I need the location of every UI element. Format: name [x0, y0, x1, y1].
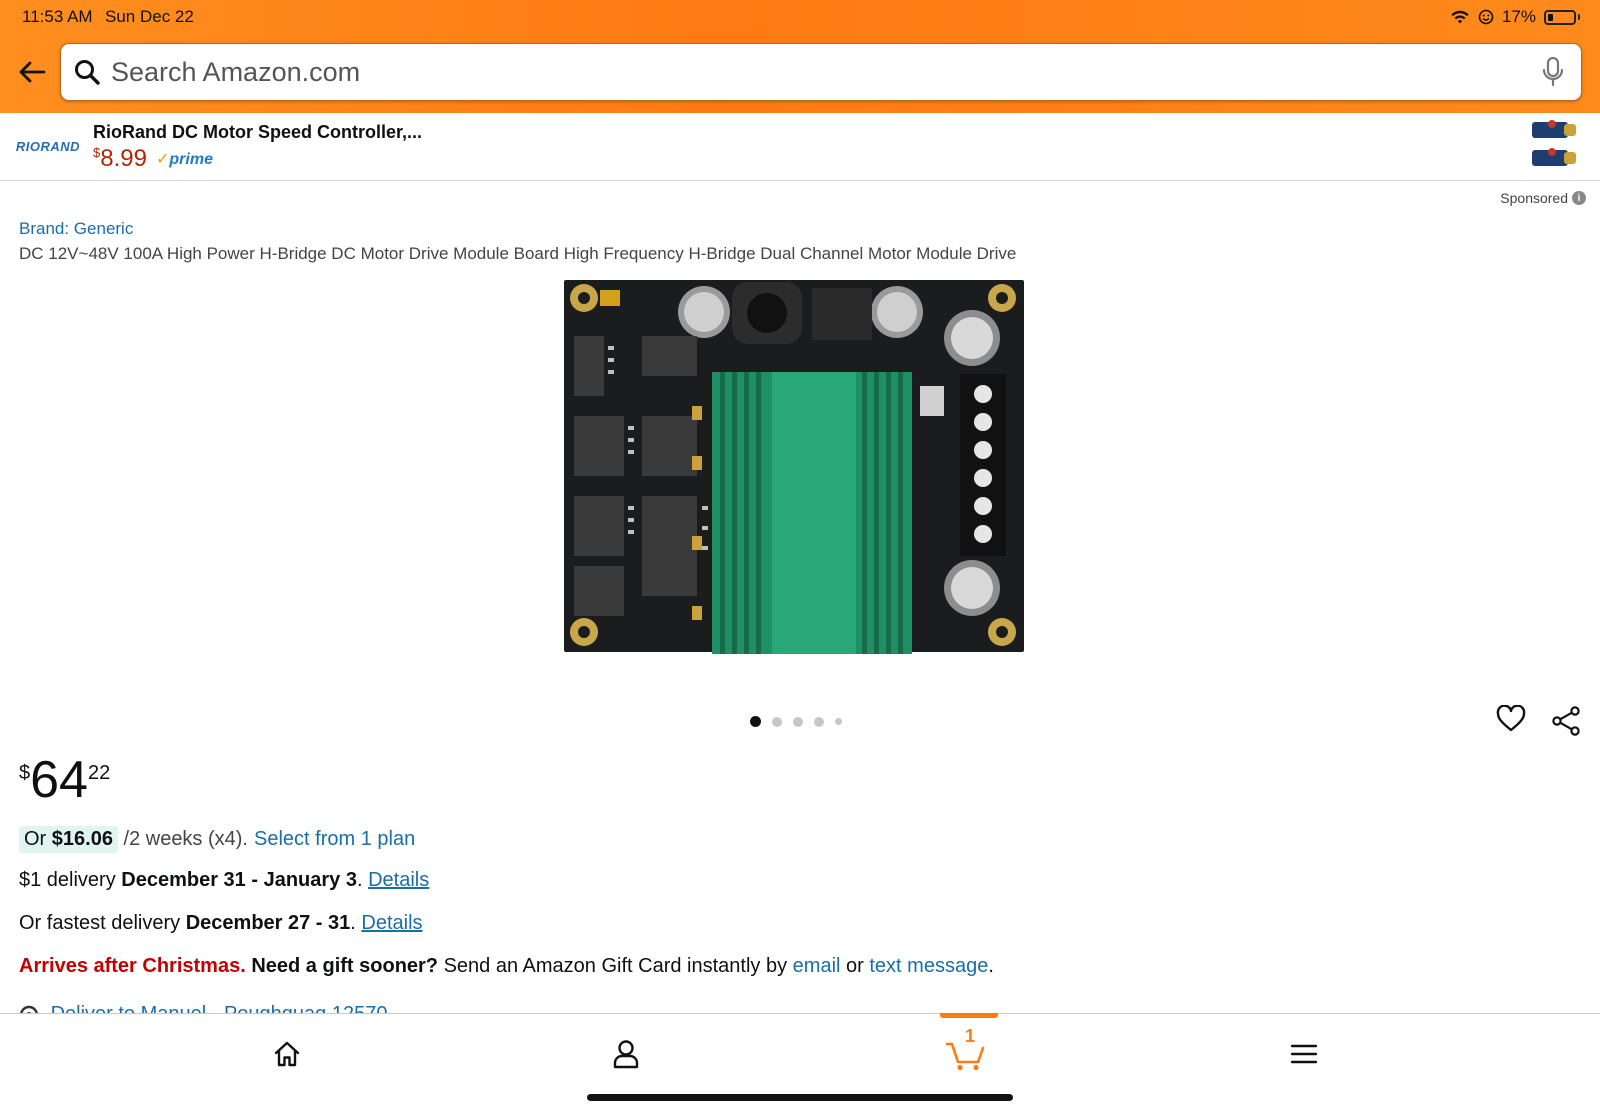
standard-delivery-prefix: $1 delivery [19, 869, 122, 891]
gift-sooner: Need a gift sooner? [245, 955, 439, 977]
arrow-left-icon [19, 61, 46, 83]
info-icon[interactable]: i [1572, 191, 1586, 205]
status-indicators: 17% [1450, 7, 1580, 27]
prime-badge: ✓prime [156, 149, 213, 169]
product-price: $ 64 22 [19, 754, 110, 806]
share-icon [1552, 706, 1580, 736]
installment-amount-highlight: Or $16.06 [19, 826, 118, 853]
installment-suffix: /2 weeks (x4). [117, 828, 249, 850]
arrives-after-christmas: Arrives after Christmas. [19, 955, 246, 977]
gift-card-text: Send an Amazon Gift Card instantly by [438, 955, 793, 977]
menu-icon [1290, 1044, 1318, 1064]
wishlist-button[interactable] [1496, 704, 1526, 738]
tab-cart[interactable]: 1 [907, 1014, 1027, 1094]
banner-thumbnail-bottom[interactable] [1528, 146, 1588, 170]
banner-product-title[interactable]: RioRand DC Motor Speed Controller,... [93, 122, 422, 143]
price-whole: 64 [30, 751, 88, 809]
brand-link[interactable]: Brand: Generic [19, 219, 133, 239]
fastest-delivery: Or fastest delivery December 27 - 31. De… [19, 912, 423, 934]
text-message-link[interactable]: text message [869, 955, 988, 977]
prime-check-icon: ✓ [156, 151, 170, 168]
header: 11:53 AM Sun Dec 22 17% [0, 0, 1600, 113]
fast-delivery-dates: December 27 - 31 [185, 912, 351, 934]
search-icon [75, 60, 100, 85]
sponsored-label[interactable]: Sponsored i [1500, 190, 1586, 206]
deliver-to-location[interactable]: Deliver to Manuel - Poughquag 12570 [19, 1003, 519, 1013]
home-indicator[interactable] [587, 1094, 1013, 1101]
banner-price: $8.99 [93, 145, 147, 173]
deliver-to-text[interactable]: Deliver to Manuel - Poughquag 12570 [51, 1003, 388, 1013]
prime-label: prime [169, 151, 213, 168]
carousel-dot-5[interactable] [835, 718, 842, 725]
product-image[interactable] [562, 276, 1032, 658]
cart-count: 1 [965, 1026, 976, 1046]
product-title: DC 12V~48V 100A High Power H-Bridge DC M… [19, 244, 1017, 263]
location-pin-icon [20, 1005, 38, 1013]
carousel-dot-1[interactable] [750, 716, 761, 727]
wifi-icon [1451, 10, 1469, 24]
select-plan-link[interactable]: Select from 1 plan [254, 828, 415, 851]
installment-plan: Or $16.06 /2 weeks (x4). Select from 1 p… [19, 826, 415, 853]
status-time: 11:53 AM [22, 7, 93, 26]
home-icon [274, 1041, 300, 1067]
tab-menu[interactable] [1244, 1014, 1364, 1094]
notice-or: or [840, 955, 870, 977]
microphone-icon[interactable] [1541, 56, 1565, 88]
search-bar[interactable] [60, 43, 1582, 101]
carousel-dot-3[interactable] [793, 716, 803, 727]
carousel-dot-4[interactable] [814, 716, 824, 727]
notice-end: . [988, 955, 994, 977]
price-fraction: 22 [87, 762, 111, 784]
battery-tip [1578, 14, 1580, 20]
installment-amount: $16.06 [51, 828, 113, 850]
battery-percent: 17% [1501, 7, 1536, 26]
status-date: Sun Dec 22 [105, 7, 194, 26]
tab-home[interactable] [227, 1014, 347, 1094]
share-button[interactable] [1551, 706, 1581, 741]
image-carousel-dots[interactable] [750, 716, 842, 727]
heart-icon [1496, 704, 1526, 732]
fast-delivery-details-link[interactable]: Details [361, 912, 422, 934]
gift-notice: Arrives after Christmas. Need a gift soo… [19, 955, 994, 978]
brand-logo: RIORAND [15, 138, 81, 154]
banner-price-value: 8.99 [100, 145, 147, 172]
cart-active-indicator [940, 1013, 998, 1018]
fast-delivery-prefix: Or fastest delivery [19, 912, 186, 934]
focus-mode-icon [1478, 9, 1494, 25]
installment-prefix: Or [24, 828, 52, 850]
email-link[interactable]: email [793, 955, 841, 977]
search-input[interactable] [111, 52, 1461, 92]
status-bar: 11:53 AM Sun Dec 22 17% [0, 0, 1600, 34]
battery-icon [1544, 9, 1576, 25]
account-icon [613, 1040, 639, 1069]
sponsored-text: Sponsored [1500, 190, 1568, 206]
sponsored-product-banner[interactable]: RIORAND RioRand DC Motor Speed Controlle… [0, 114, 1600, 181]
standard-delivery-details-link[interactable]: Details [368, 869, 429, 891]
back-button[interactable] [12, 52, 52, 92]
carousel-dot-2[interactable] [772, 716, 782, 727]
standard-delivery-dates: December 31 - January 3 [121, 869, 357, 891]
standard-delivery: $1 delivery December 31 - January 3. Det… [19, 869, 430, 891]
tab-account[interactable] [566, 1014, 686, 1094]
price-symbol: $ [19, 762, 31, 784]
banner-thumbnail-top[interactable] [1528, 118, 1588, 142]
